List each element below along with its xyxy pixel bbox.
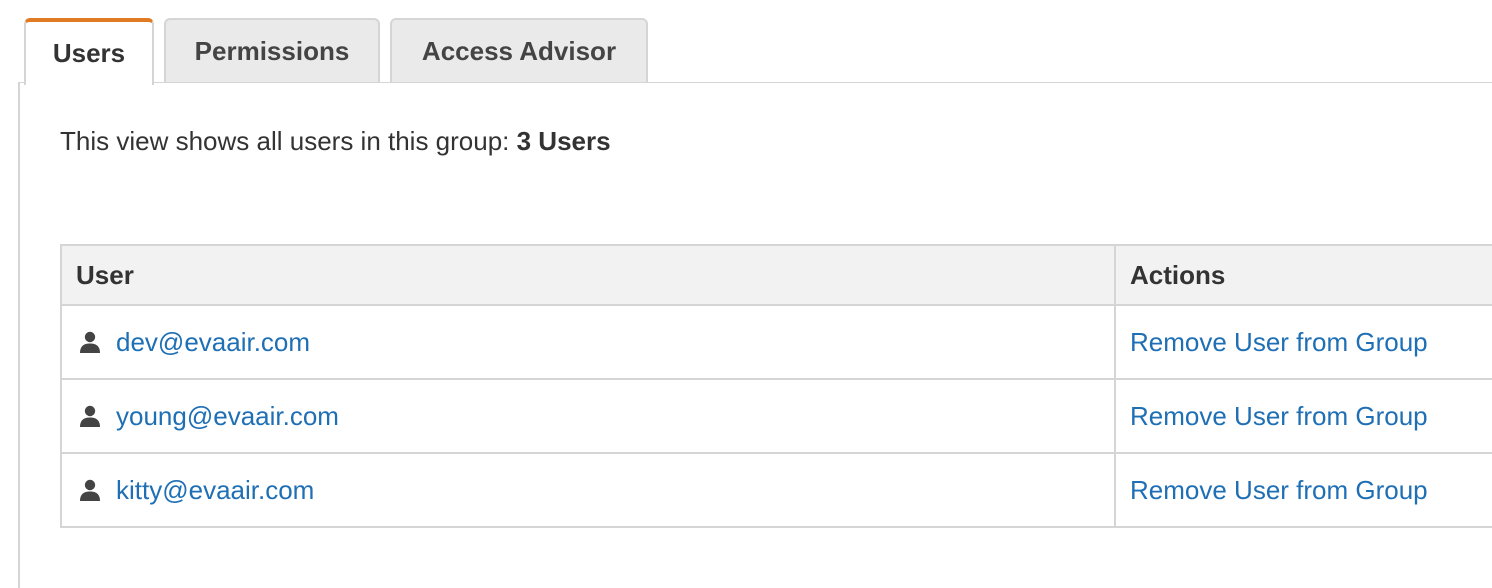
- user-cell: dev@evaair.com: [62, 306, 1116, 378]
- tab-access-advisor[interactable]: Access Advisor: [390, 18, 648, 83]
- remove-user-link[interactable]: Remove User from Group: [1130, 327, 1428, 358]
- tab-bar: Users Permissions Access Advisor: [0, 0, 1492, 85]
- column-header-user[interactable]: User: [62, 246, 1116, 304]
- user-link[interactable]: young@evaair.com: [116, 401, 339, 432]
- user-cell: young@evaair.com: [62, 380, 1116, 452]
- actions-cell: Remove User from Group: [1116, 306, 1492, 378]
- table-header: User Actions: [62, 246, 1492, 304]
- user-link[interactable]: kitty@evaair.com: [116, 475, 314, 506]
- tab-permissions[interactable]: Permissions: [164, 18, 380, 83]
- group-summary: This view shows all users in this group:…: [60, 126, 611, 157]
- table-row: dev@evaair.com Remove User from Group: [62, 304, 1492, 378]
- user-count: 3 Users: [516, 126, 611, 156]
- column-header-actions: Actions: [1130, 259, 1226, 290]
- actions-cell: Remove User from Group: [1116, 380, 1492, 452]
- actions-cell: Remove User from Group: [1116, 454, 1492, 526]
- user-cell: kitty@evaair.com: [62, 454, 1116, 526]
- remove-user-link[interactable]: Remove User from Group: [1130, 475, 1428, 506]
- tab-users[interactable]: Users: [24, 18, 154, 85]
- remove-user-link[interactable]: Remove User from Group: [1130, 401, 1428, 432]
- user-icon: [80, 405, 100, 427]
- summary-text: This view shows all users in this group:: [60, 126, 517, 156]
- table-row: kitty@evaair.com Remove User from Group: [62, 452, 1492, 526]
- table-row: young@evaair.com Remove User from Group: [62, 378, 1492, 452]
- users-table: User Actions dev@evaair.com Remove User …: [60, 244, 1492, 528]
- user-icon: [80, 331, 100, 353]
- user-link[interactable]: dev@evaair.com: [116, 327, 310, 358]
- user-icon: [80, 479, 100, 501]
